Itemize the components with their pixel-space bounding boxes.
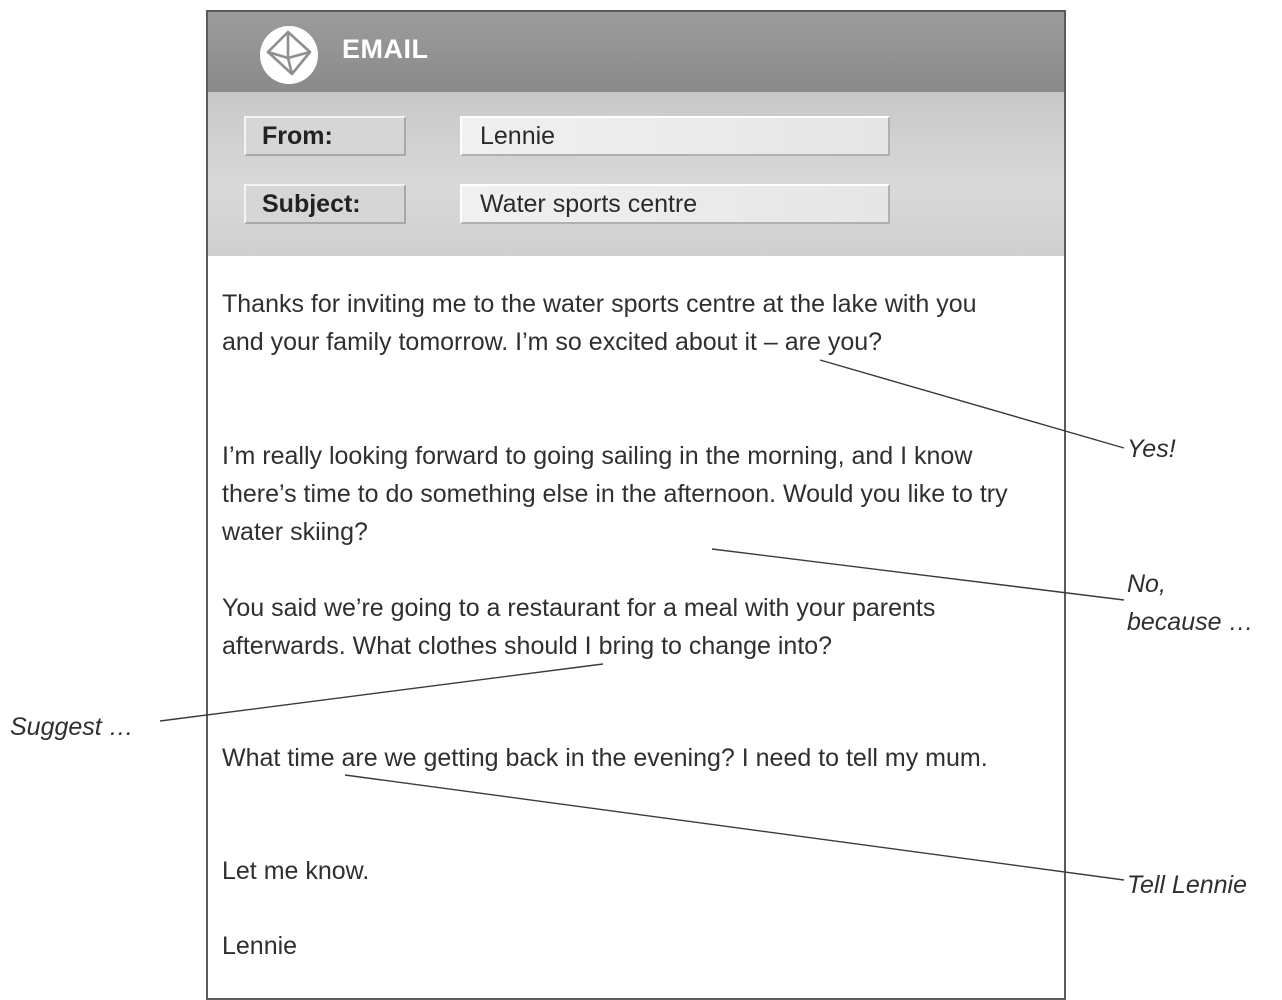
email-paragraph-1: Thanks for inviting me to the water spor… bbox=[222, 290, 977, 356]
annotation-no-because: No, because … bbox=[1127, 565, 1282, 641]
subject-label: Subject: bbox=[244, 184, 406, 224]
email-header-bar: EMAIL bbox=[208, 12, 1064, 92]
email-paragraph-5: Let me know. bbox=[222, 857, 370, 885]
annotation-tell-lennie: Tell Lennie bbox=[1127, 871, 1248, 899]
email-paragraph-4: What time are we getting back in the eve… bbox=[222, 744, 988, 772]
email-paragraph-3: You said we’re going to a restaurant for… bbox=[222, 594, 936, 660]
annotation-no-line1: No, bbox=[1127, 570, 1166, 598]
email-title: EMAIL bbox=[342, 34, 429, 64]
annotation-yes: Yes! bbox=[1127, 435, 1176, 463]
email-paragraph-2: I’m really looking forward to going sail… bbox=[222, 442, 1008, 546]
envelope-icon bbox=[260, 26, 318, 84]
annotation-no-line2: because … bbox=[1127, 608, 1254, 636]
subject-field: Water sports centre bbox=[460, 184, 890, 224]
annotation-suggest: Suggest … bbox=[10, 713, 134, 741]
from-field: Lennie bbox=[460, 116, 890, 156]
from-label: From: bbox=[244, 116, 406, 156]
email-signature: Lennie bbox=[222, 932, 298, 960]
